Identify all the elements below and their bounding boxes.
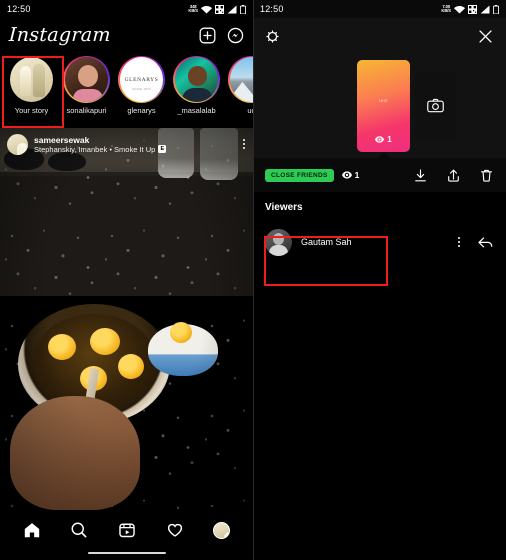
more-options-icon[interactable] xyxy=(457,235,461,248)
close-icon[interactable] xyxy=(477,28,494,45)
wifi-icon xyxy=(201,5,212,13)
feed-post[interactable]: sameersewak Stephanskiy, Imanbek • Smoke… xyxy=(0,128,253,510)
system-navigation-pill xyxy=(87,551,166,554)
post-audio-label[interactable]: Stephanskiy, Imanbek • Smoke It Up E xyxy=(34,145,236,154)
eye-icon xyxy=(375,136,385,143)
download-icon[interactable] xyxy=(413,168,428,183)
share-icon[interactable] xyxy=(446,168,461,183)
story-preview-area: test 1 xyxy=(253,54,506,159)
story-item-ud[interactable]: ud xyxy=(224,56,253,115)
instagram-logo: Instagram xyxy=(8,24,112,46)
story-brand-sub: SINCE 1870 xyxy=(132,87,151,91)
story-item-sonalikapuri[interactable]: sonalikapuri xyxy=(59,56,114,115)
story-label: sonalikapuri xyxy=(66,106,107,115)
app-bar-actions xyxy=(199,27,244,44)
story-item-masalalab[interactable]: _masalalab xyxy=(169,56,224,115)
status-time: 12:50 xyxy=(260,4,284,14)
story-brand-name: GLENARYS xyxy=(124,76,159,83)
status-time: 12:50 xyxy=(7,4,31,14)
story-thumbnail-card[interactable]: test 1 xyxy=(357,60,410,152)
more-options-icon[interactable] xyxy=(242,137,246,150)
battery-icon xyxy=(493,4,499,14)
qr-signal-icon xyxy=(468,4,477,14)
post-author-avatar[interactable] xyxy=(7,133,28,155)
story-action-icons xyxy=(413,168,494,183)
viewer-row-actions xyxy=(457,235,494,250)
heart-icon[interactable] xyxy=(166,521,184,539)
wifi-icon xyxy=(454,5,465,13)
stories-tray[interactable]: Your story sonalikapuri GLENARYS SINCE 1… xyxy=(0,52,253,128)
story-label: _masalalab xyxy=(177,106,216,115)
story-settings-icon[interactable] xyxy=(265,29,280,44)
reply-arrow-icon[interactable] xyxy=(477,235,494,250)
story-view-count-value: 1 xyxy=(354,170,360,180)
story-thumbnail-text: test xyxy=(379,98,388,103)
data-rate-indicator: 7.00 KB/S xyxy=(441,4,451,13)
viewers-section: Viewers Gautam Sah xyxy=(253,192,506,560)
eye-icon xyxy=(341,171,352,179)
close-friends-badge: CLOSE FRIENDS xyxy=(265,168,334,182)
camera-icon xyxy=(427,98,444,113)
selected-story-caret xyxy=(377,152,391,159)
post-header: sameersewak Stephanskiy, Imanbek • Smoke… xyxy=(0,128,253,160)
status-icons: 7.00 KB/S xyxy=(441,4,499,14)
explicit-badge: E xyxy=(158,145,167,153)
create-story-camera-tile[interactable] xyxy=(415,71,456,140)
trash-icon[interactable] xyxy=(479,168,494,183)
status-icons: 348 KB/S xyxy=(188,4,246,14)
post-author-meta: sameersewak Stephanskiy, Imanbek • Smoke… xyxy=(34,135,236,154)
data-rate-indicator: 348 KB/S xyxy=(188,4,198,13)
cellular-signal-icon xyxy=(480,5,490,13)
reels-icon[interactable] xyxy=(118,521,136,539)
story-ring xyxy=(173,56,220,103)
status-bar: 12:50 7.00 KB/S xyxy=(253,0,506,18)
story-view-count[interactable]: 1 xyxy=(341,170,360,180)
story-ring xyxy=(8,56,55,103)
story-top-bar xyxy=(253,18,506,54)
story-label: Your story xyxy=(14,106,49,115)
battery-icon xyxy=(240,4,246,14)
screen-divider xyxy=(253,0,254,560)
profile-avatar[interactable] xyxy=(213,521,231,539)
viewer-list-item[interactable]: Gautam Sah xyxy=(265,221,494,263)
story-ring xyxy=(228,56,253,103)
messenger-icon[interactable] xyxy=(227,27,244,44)
story-insights-screen: 12:50 7.00 KB/S test 1 CLOSE FRIENDS 1 V… xyxy=(253,0,506,560)
viewers-heading: Viewers xyxy=(265,202,303,213)
search-icon[interactable] xyxy=(70,521,88,539)
story-avatar: GLENARYS SINCE 1870 xyxy=(120,57,163,102)
story-label: glenarys xyxy=(127,106,156,115)
story-item-your-story[interactable]: Your story xyxy=(4,56,59,115)
story-views-count: 1 xyxy=(387,135,392,144)
app-bar: Instagram xyxy=(0,18,253,52)
qr-signal-icon xyxy=(215,4,224,14)
status-bar: 12:50 348 KB/S xyxy=(0,0,253,18)
instagram-feed-screen: 12:50 348 KB/S Instagram Your story sona… xyxy=(0,0,253,560)
story-avatar xyxy=(175,57,218,102)
story-thumbnail-views: 1 xyxy=(357,135,410,144)
story-avatar xyxy=(230,57,253,102)
story-avatar xyxy=(10,57,53,102)
home-icon[interactable] xyxy=(23,521,41,539)
story-ring xyxy=(63,56,110,103)
viewer-avatar[interactable] xyxy=(265,228,292,256)
story-item-glenarys[interactable]: GLENARYS SINCE 1870 glenarys xyxy=(114,56,169,115)
story-ring: GLENARYS SINCE 1870 xyxy=(118,56,165,103)
post-username[interactable]: sameersewak xyxy=(34,135,236,145)
plus-square-icon[interactable] xyxy=(199,27,216,44)
data-rate-unit: KB/S xyxy=(188,8,198,13)
data-rate-unit: KB/S xyxy=(441,8,451,13)
bottom-navigation-bar[interactable] xyxy=(0,510,253,560)
story-action-bar: CLOSE FRIENDS 1 xyxy=(253,158,506,192)
dual-screenshot-container: 12:50 348 KB/S Instagram Your story sona… xyxy=(0,0,506,560)
post-media xyxy=(0,128,253,510)
post-audio-text: Stephanskiy, Imanbek • Smoke It Up xyxy=(34,144,156,154)
story-avatar xyxy=(65,57,108,102)
cellular-signal-icon xyxy=(227,5,237,13)
viewer-name[interactable]: Gautam Sah xyxy=(301,237,448,247)
